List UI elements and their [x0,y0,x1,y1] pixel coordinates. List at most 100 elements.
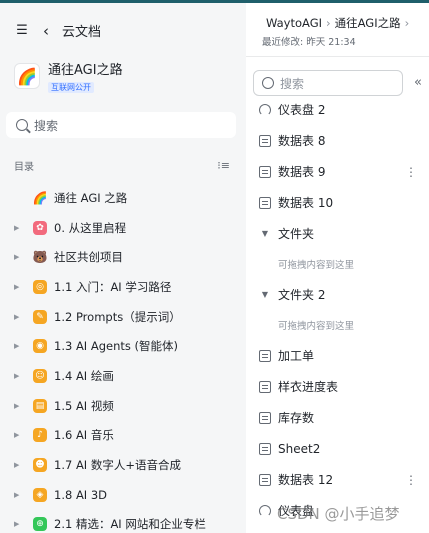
tree-item-label: 1.1 入门：AI 学习路径 [54,279,172,294]
search-icon [16,119,28,131]
expand-arrow-icon[interactable]: ▶ [14,253,24,261]
right-panel: WaytoAGI › 通往AGI之路 › 最近修改: 昨天 21:34 搜索 « 仪表… [246,3,429,533]
left-sidebar: ☰ ‹ 云文档 🌈 通往AGI之路 互联网公开 搜索 目录 ⁝≡ ▶ 🌈 通往 AG… [0,3,246,533]
table-item[interactable]: 加工单 [246,340,429,371]
doc-icon: ☻ [33,458,47,473]
doc-icon: ◈ [33,487,47,502]
double-chevron-left-icon[interactable]: « [414,75,422,90]
drop-hint: 可拖拽内容到这里 [278,321,355,332]
table-icon [259,196,271,209]
drop-hint: 可拖拽内容到这里 [278,260,355,271]
toc-list-icon[interactable]: ⁝≡ [217,159,230,172]
tree-item[interactable]: ▶ 🐻 社区共创项目 [0,242,246,272]
sidebar-title[interactable]: 云文档 [62,21,101,40]
watermark: CSDN @小手追梦 [277,505,400,523]
expand-arrow-icon[interactable]: ▶ [14,491,24,499]
tree-item-label: 1.6 AI 音乐 [54,428,114,443]
expand-arrow-icon[interactable]: ▶ [14,313,24,321]
table-icon [259,473,271,486]
divider [246,56,429,57]
expand-arrow-icon[interactable]: ▶ [14,224,24,232]
folder-expand-icon: ▼ [261,290,269,299]
table-icon [259,411,271,424]
tree-item-label: 1.7 AI 数字人+语音合成 [54,458,181,473]
doc-icon: ◎ [33,279,47,294]
more-options-icon[interactable]: ⋮ [405,165,417,179]
table-item[interactable]: 库存数 [246,402,429,433]
workspace-name[interactable]: 通往AGI之路 [48,63,123,79]
sidebar-collapse-icon[interactable]: ☰ [14,23,30,39]
rainbow-icon: 🌈 [14,63,40,89]
expand-arrow-icon[interactable]: ▶ [14,342,24,350]
item-label: 仪表盘 2 [278,103,326,117]
table-item[interactable]: Sheet2 [246,433,429,464]
tree-item[interactable]: ▶ ◉ 1.3 AI Agents (智能体) [0,331,246,361]
item-label: 数据表 8 [278,134,326,148]
expand-arrow-icon[interactable]: ▶ [14,372,24,380]
doc-icon: ⊕ [33,517,47,532]
tree-item[interactable]: ▶ ♪ 1.6 AI 音乐 [0,421,246,451]
rainbow-icon: 🌈 [32,190,48,205]
expand-arrow-icon[interactable]: ▶ [14,431,24,439]
tree-item-label: 1.2 Prompts（提示词） [54,309,181,324]
item-label: 加工单 [278,349,315,363]
doc-icon: ▤ [33,398,47,413]
toc-label: 目录 [14,162,34,173]
dashboard-item[interactable]: 仪表盘 2 [246,94,429,125]
tree-item[interactable]: ▶ ◎ 1.1 入门：AI 学习路径 [0,272,246,302]
expand-arrow-icon[interactable]: ▶ [14,283,24,291]
base-search-input[interactable]: 搜索 [253,70,403,96]
tree-item[interactable]: ▶ ✿ 0. 从这里启程 [0,213,246,243]
tree-item-label: 0. 从这里启程 [54,220,127,235]
item-label: 数据表 9 [278,165,326,179]
item-label: 数据表 12 [278,473,334,487]
folder-item[interactable]: ▼ 文件夹 [246,218,429,249]
doc-icon: ☺ [33,368,47,383]
public-badge: 互联网公开 [48,82,94,93]
item-label: 库存数 [278,411,315,425]
tree-item-label: 1.3 AI Agents (智能体) [54,339,179,354]
dashboard-icon [259,504,271,517]
table-item[interactable]: 数据表 8 [246,125,429,156]
tree-item[interactable]: ▶ ▤ 1.5 AI 视频 [0,391,246,421]
doc-icon: ✿ [33,220,47,235]
last-modified: 最近修改: 昨天 21:34 [262,37,356,48]
more-options-icon[interactable]: ⋮ [405,473,417,487]
doc-icon: ✎ [33,309,47,324]
item-label: 文件夹 [278,227,315,241]
dashboard-icon [259,103,271,116]
expand-arrow-icon[interactable]: ▶ [14,461,24,469]
tree-item[interactable]: ▶ ☻ 1.7 AI 数字人+语音合成 [0,450,246,480]
search-icon [262,77,274,89]
chevron-left-icon[interactable]: ‹ [38,22,54,40]
breadcrumb-item[interactable]: 通往AGI之路 [335,16,401,30]
tree-item-label: 1.8 AI 3D [54,487,108,502]
bear-icon: 🐻 [32,250,48,265]
doc-icon: ◉ [33,339,47,354]
table-item[interactable]: 数据表 10 [246,187,429,218]
item-label: Sheet2 [278,441,321,456]
folder-expand-icon: ▼ [261,229,269,238]
tree-item-label: 通往 AGI 之路 [54,190,128,205]
table-item[interactable]: 数据表 12 ⋮ [246,464,429,495]
folder-item[interactable]: ▼ 文件夹 2 [246,279,429,310]
tree-item[interactable]: ▶ ◈ 1.8 AI 3D [0,480,246,510]
tree-item-label: 1.4 AI 绘画 [54,368,114,383]
tree-item[interactable]: ▶ ⊕ 2.1 精选：AI 网站和企业专栏 [0,510,246,533]
breadcrumb: WaytoAGI › 通往AGI之路 › [266,15,413,31]
expand-arrow-icon[interactable]: ▶ [14,520,24,528]
tree-item[interactable]: ▶ ☺ 1.4 AI 绘画 [0,361,246,391]
doc-icon: ♪ [33,428,47,443]
sidebar-search-input[interactable]: 搜索 [6,112,236,138]
item-label: 数据表 10 [278,196,334,210]
breadcrumb-item[interactable]: WaytoAGI [266,16,322,30]
tree-item[interactable]: ▶🌈通往 AGI 之路 [0,183,246,213]
chevron-right-icon: › [404,16,410,30]
doc-tree: ▶ 🌈 通往 AGI 之路 ▶ ✿ 0. 从这里启程 ▶ 🐻 社区共创项目 ▶ ◎ 1.1 入门：AI… [0,183,246,533]
chevron-right-icon: › [326,16,331,30]
table-item[interactable]: 样衣进度表 [246,371,429,402]
table-item[interactable]: 数据表 9 ⋮ [246,156,429,187]
tree-item[interactable]: ▶ ✎ 1.2 Prompts（提示词） [0,302,246,332]
expand-arrow-icon[interactable]: ▶ [14,402,24,410]
sidebar-header: ☰ ‹ 云文档 [14,21,101,41]
